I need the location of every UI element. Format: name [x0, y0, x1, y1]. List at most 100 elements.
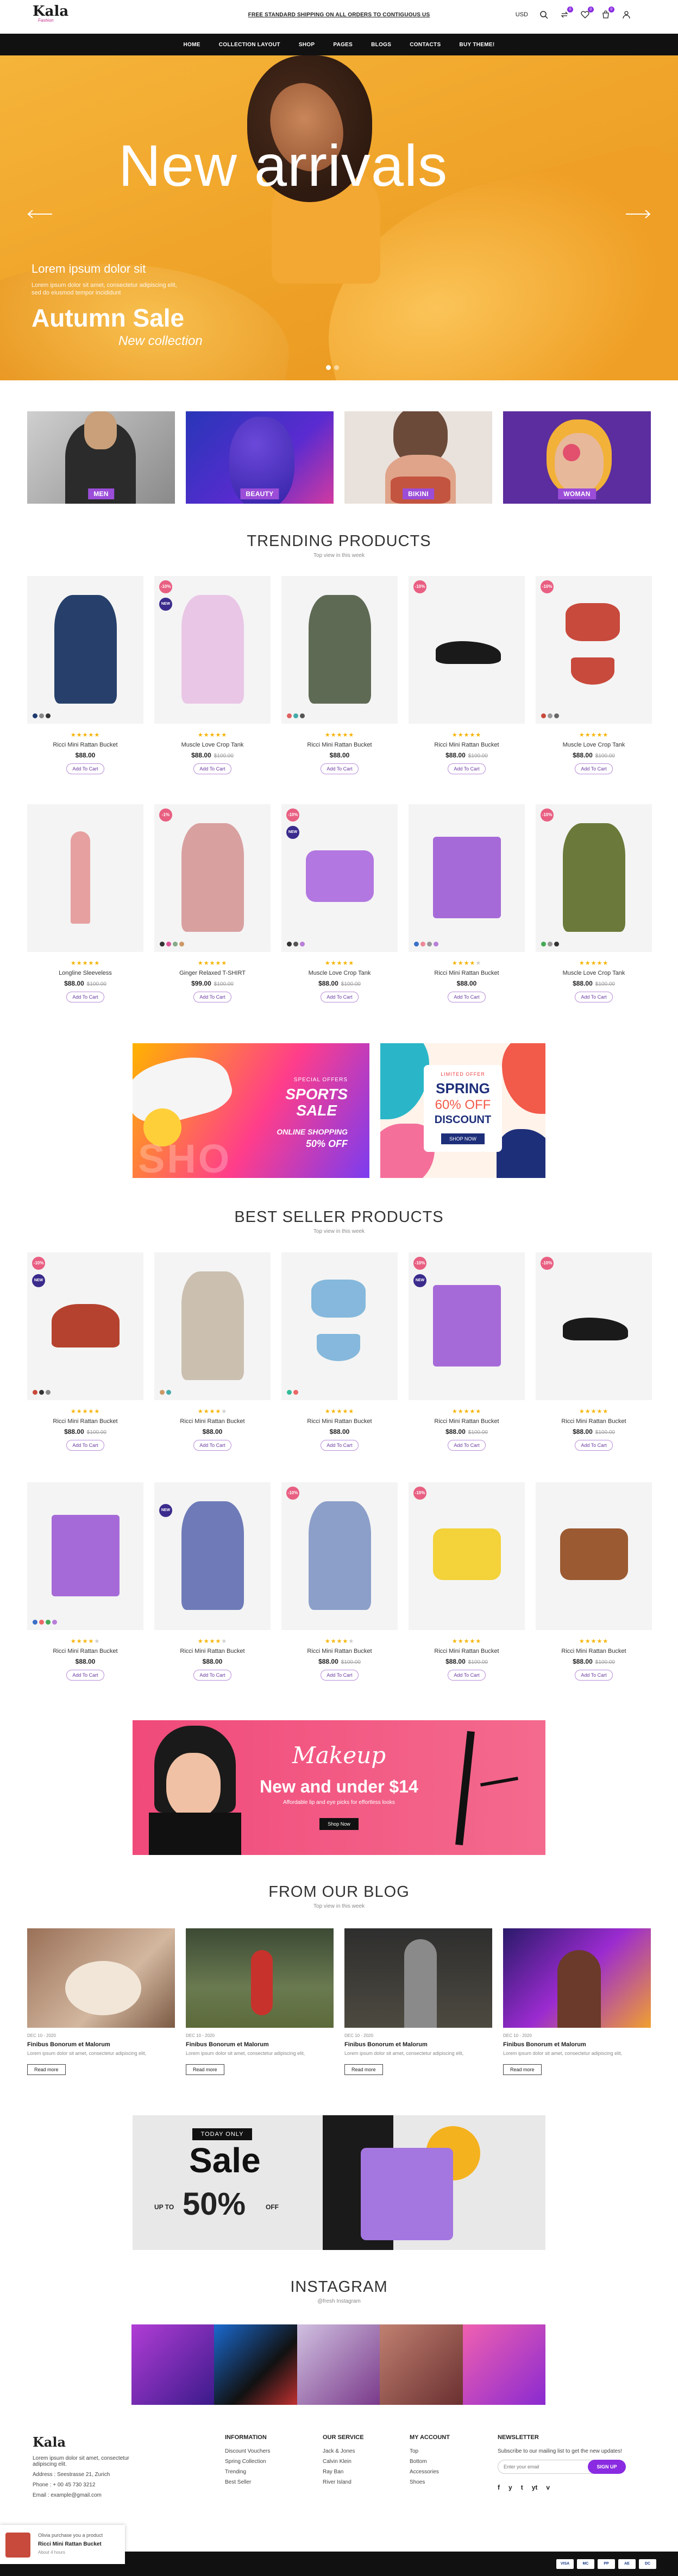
footer-link[interactable]: Accessories [410, 2469, 450, 2475]
product-card[interactable]: -10% ★★★★★ Muscle Love Crop Tank $88.00 $… [536, 804, 652, 1002]
blog-title[interactable]: Finibus Bonorum et Malorum [344, 2041, 492, 2048]
product-name[interactable]: Ricci Mini Rattan Bucket [409, 742, 525, 748]
instagram-post[interactable] [131, 2324, 215, 2405]
color-swatch[interactable] [39, 1390, 44, 1395]
color-swatch[interactable] [541, 713, 546, 718]
color-swatch[interactable] [554, 942, 559, 947]
product-card[interactable]: -10% ★★★★★ Ricci Mini Rattan Bucket $88.… [409, 1482, 525, 1681]
product-image-box[interactable]: -10% [409, 1482, 525, 1630]
product-name[interactable]: Muscle Love Crop Tank [536, 970, 652, 976]
product-image-box[interactable]: -10% [409, 576, 525, 724]
add-to-cart-button[interactable]: Add To Cart [448, 992, 486, 1002]
product-card[interactable]: ★★★★★ Ricci Mini Rattan Bucket $88.00 Ad… [281, 576, 398, 774]
color-swatch[interactable] [293, 942, 298, 947]
color-swatch[interactable] [287, 942, 292, 947]
color-swatch[interactable] [39, 1620, 44, 1625]
product-card[interactable]: ★★★★★ Ricci Mini Rattan Bucket $88.00 Ad… [154, 1252, 271, 1451]
color-swatch[interactable] [554, 713, 559, 718]
wishlist-icon[interactable]: 0 [580, 7, 594, 20]
read-more-button[interactable]: Read more [503, 2064, 542, 2075]
product-name[interactable]: Ricci Mini Rattan Bucket [409, 1648, 525, 1654]
nav-buy-theme[interactable]: BUY THEME! [450, 42, 504, 48]
product-image-box[interactable] [409, 804, 525, 952]
color-swatch[interactable] [420, 942, 425, 947]
footer-link[interactable]: Shoes [410, 2479, 450, 2485]
add-to-cart-button[interactable]: Add To Cart [448, 1440, 486, 1451]
footer-link[interactable]: Jack & Jones [323, 2448, 364, 2454]
product-image-box[interactable] [27, 804, 143, 952]
makeup-banner[interactable]: Makeup New and under $14 Affordable lip … [133, 1720, 545, 1855]
user-icon[interactable] [622, 10, 631, 20]
nav-shop[interactable]: SHOP [290, 42, 324, 48]
category-woman[interactable]: WOMAN [503, 411, 651, 504]
instagram-post[interactable] [297, 2324, 380, 2405]
color-swatch[interactable] [173, 942, 178, 947]
product-name[interactable]: Ricci Mini Rattan Bucket [27, 1648, 143, 1654]
read-more-button[interactable]: Read more [27, 2064, 66, 2075]
add-to-cart-button[interactable]: Add To Cart [575, 1440, 613, 1451]
nav-collection[interactable]: COLLECTION LAYOUT [210, 42, 290, 48]
add-to-cart-button[interactable]: Add To Cart [321, 992, 359, 1002]
color-swatch[interactable] [414, 942, 419, 947]
product-image-box[interactable]: -10% [536, 1252, 652, 1400]
compare-icon[interactable]: 0 [560, 7, 573, 20]
sale-promo-banner[interactable]: TODAY ONLY Sale UP TO 50% OFF [133, 2115, 545, 2250]
footer-link[interactable]: Calvin Klein [323, 2459, 364, 2465]
next-arrow-icon[interactable] [625, 209, 652, 220]
category-bikini[interactable]: BIKINI [344, 411, 492, 504]
product-card[interactable]: ★★★★★ Ricci Mini Rattan Bucket $88.00 Ad… [27, 1482, 143, 1681]
footer-link[interactable]: Ray Ban [323, 2469, 364, 2475]
footer-logo[interactable]: Kala [33, 2434, 141, 2450]
color-swatch[interactable] [541, 942, 546, 947]
product-image-box[interactable]: -10% NEW [154, 576, 271, 724]
currency-select[interactable]: USD [516, 11, 528, 18]
footer-link[interactable]: Trending [225, 2469, 270, 2475]
blog-image[interactable] [503, 1928, 651, 2028]
product-card[interactable]: -10% ★★★★★ Muscle Love Crop Tank $88.00 $… [536, 576, 652, 774]
color-swatch[interactable] [33, 713, 37, 718]
add-to-cart-button[interactable]: Add To Cart [193, 992, 231, 1002]
footer-link[interactable]: Discount Vouchers [225, 2448, 270, 2454]
color-swatch[interactable] [166, 942, 171, 947]
product-card[interactable]: -10% ★★★★★ Ricci Mini Rattan Bucket $88.… [281, 1482, 398, 1681]
product-image-box[interactable] [536, 1482, 652, 1630]
purchase-notification[interactable]: Olivia purchase you a product Ricci Mini… [0, 2525, 125, 2564]
sports-sale-banner[interactable]: SHO SPECIAL OFFERS SPORTS SALE ONLINE SH… [133, 1043, 369, 1178]
product-image-box[interactable] [27, 576, 143, 724]
nav-pages[interactable]: PAGES [324, 42, 362, 48]
add-to-cart-button[interactable]: Add To Cart [193, 1440, 231, 1451]
color-swatch[interactable] [179, 942, 184, 947]
product-name[interactable]: Ricci Mini Rattan Bucket [27, 1418, 143, 1425]
product-image-box[interactable] [27, 1482, 143, 1630]
footer-link[interactable]: Bottom [410, 2459, 450, 2465]
product-name[interactable]: Ricci Mini Rattan Bucket [281, 1648, 398, 1654]
category-men[interactable]: MEN [27, 411, 175, 504]
product-card[interactable]: ★★★★★ Longline Sleeveless $88.00 $100.00 … [27, 804, 143, 1002]
add-to-cart-button[interactable]: Add To Cart [66, 1440, 104, 1451]
color-swatch[interactable] [548, 713, 553, 718]
color-swatch[interactable] [300, 713, 305, 718]
instagram-post[interactable] [380, 2324, 463, 2405]
cart-icon[interactable]: 0 [601, 7, 614, 20]
blog-title[interactable]: Finibus Bonorum et Malorum [503, 2041, 651, 2048]
color-swatch[interactable] [293, 1390, 298, 1395]
product-card[interactable]: -10% ★★★★★ Ricci Mini Rattan Bucket $88.… [536, 1252, 652, 1451]
product-name[interactable]: Ricci Mini Rattan Bucket [154, 1648, 271, 1654]
color-swatch[interactable] [427, 942, 432, 947]
signup-button[interactable]: SIGN UP [588, 2460, 626, 2474]
product-name[interactable]: Ricci Mini Rattan Bucket [281, 742, 398, 748]
search-icon[interactable] [539, 10, 549, 20]
product-name[interactable]: Ricci Mini Rattan Bucket [536, 1648, 652, 1654]
add-to-cart-button[interactable]: Add To Cart [575, 763, 613, 774]
tumblr-icon[interactable]: t [521, 2484, 523, 2491]
color-swatch[interactable] [166, 1390, 171, 1395]
blog-image[interactable] [27, 1928, 175, 2028]
color-swatch[interactable] [46, 1390, 51, 1395]
product-name[interactable]: Muscle Love Crop Tank [536, 742, 652, 748]
color-swatch[interactable] [46, 1620, 51, 1625]
color-swatch[interactable] [300, 942, 305, 947]
shop-now-button[interactable]: Shop Now [319, 1818, 359, 1830]
slider-dot[interactable] [334, 365, 339, 370]
product-card[interactable]: -10% NEW ★★★★★ Muscle Love Crop Tank $88… [281, 804, 398, 1002]
product-image-box[interactable] [281, 1252, 398, 1400]
